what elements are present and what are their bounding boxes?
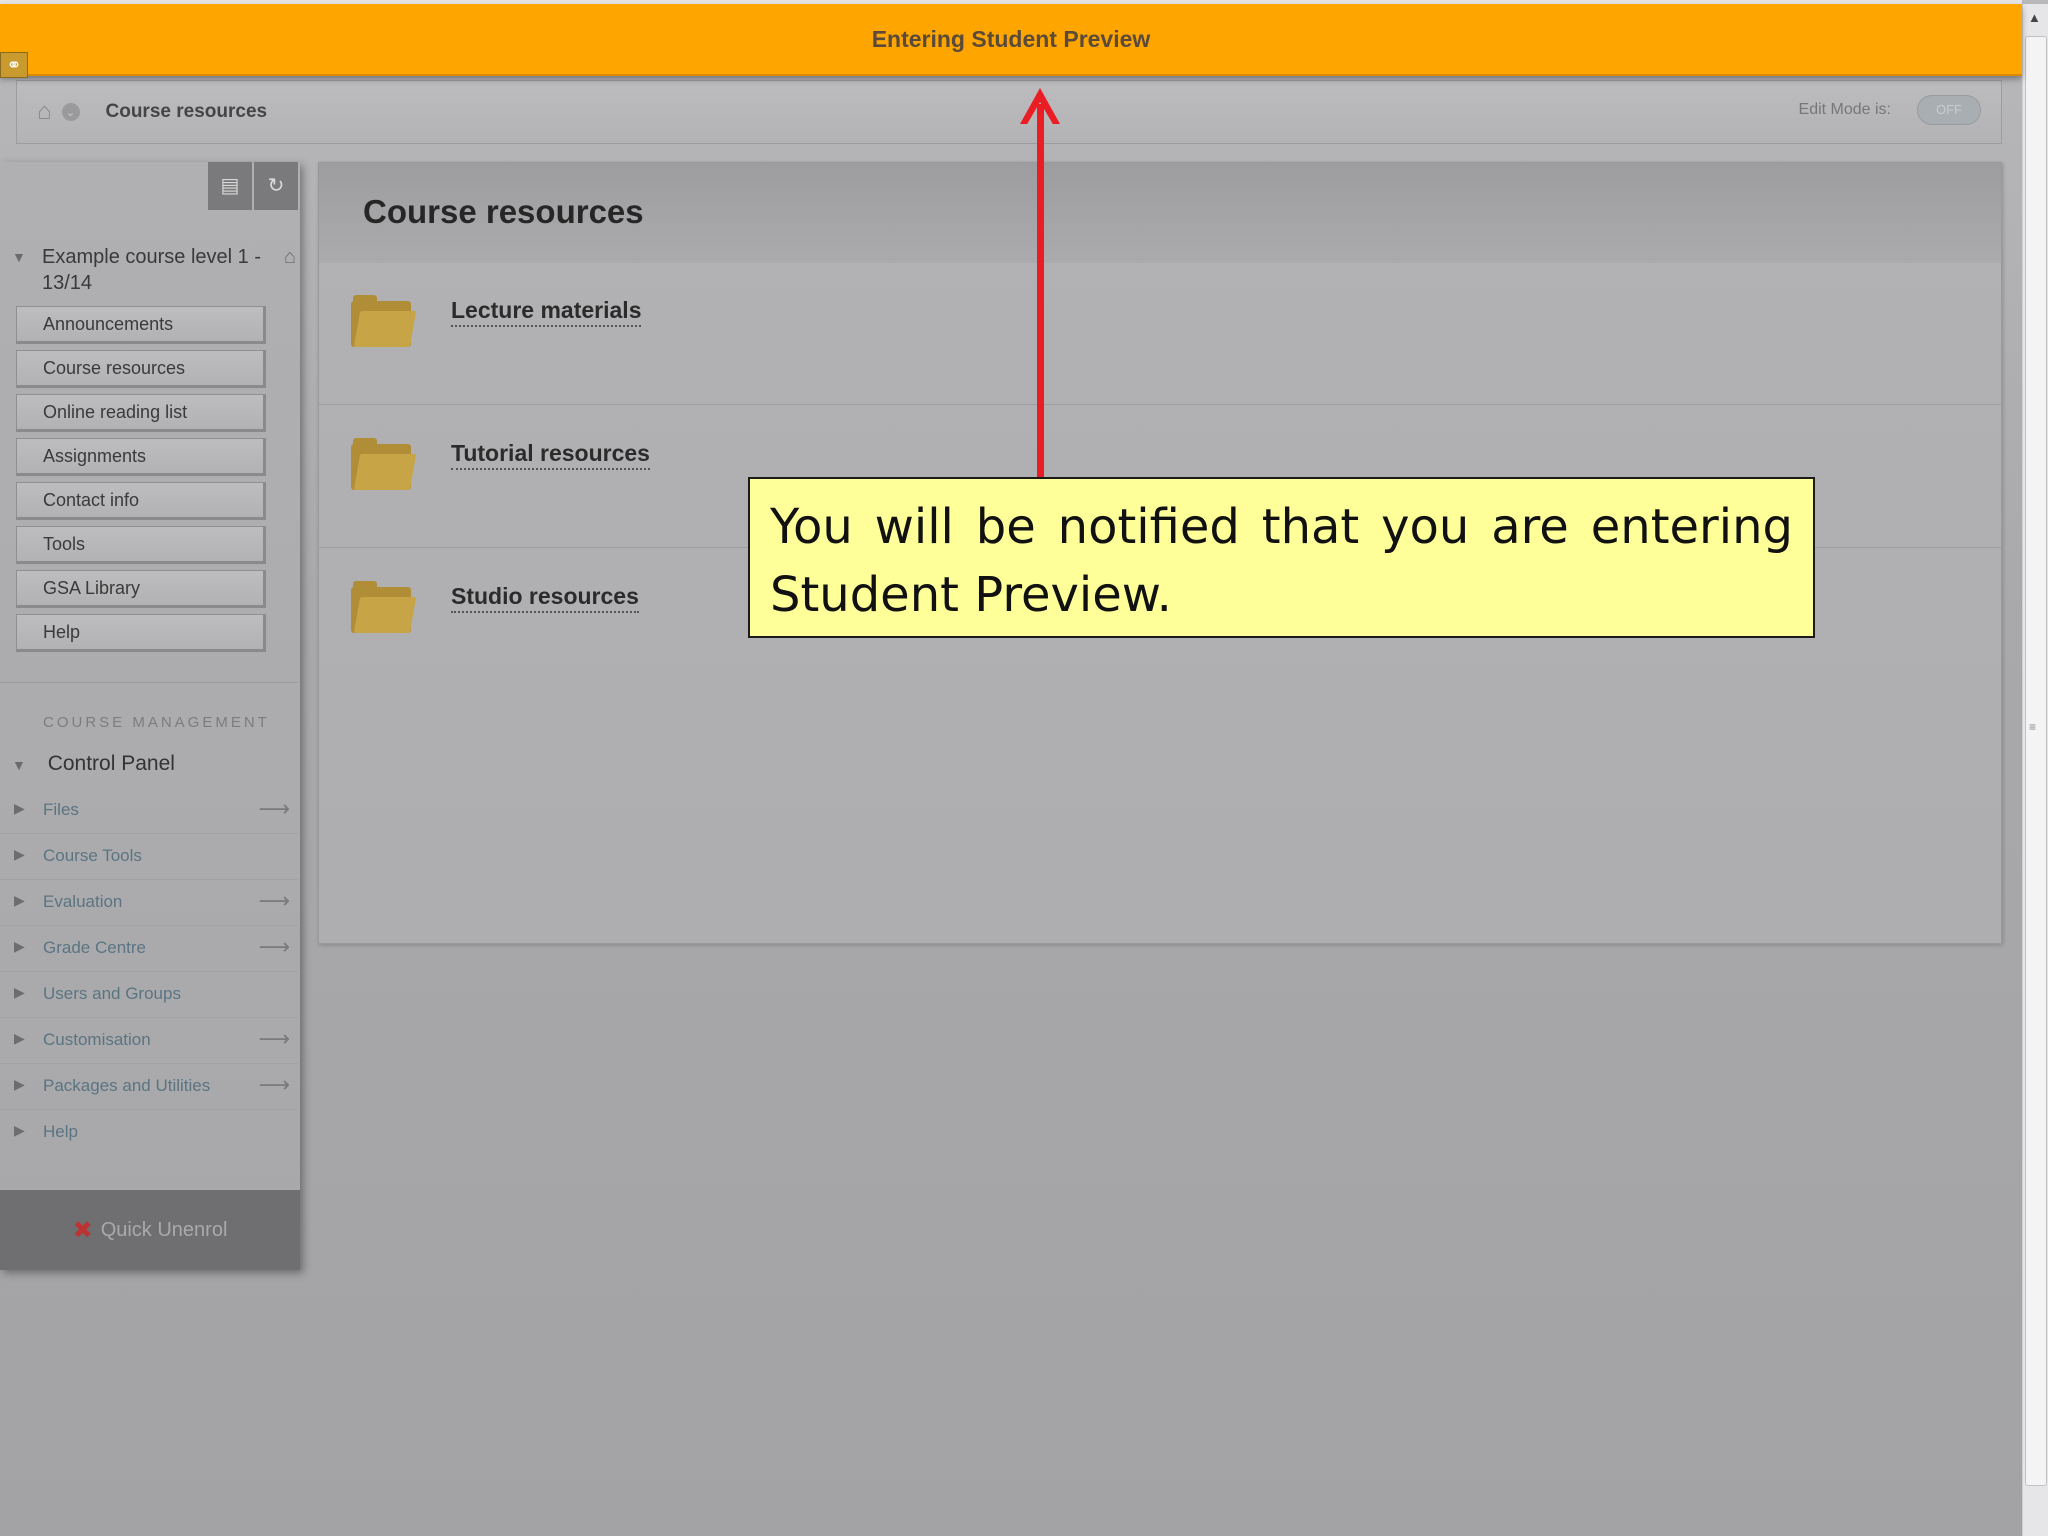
expand-arrow-icon: ▶ xyxy=(14,1030,25,1046)
collapse-triangle-icon[interactable]: ▼ xyxy=(12,244,26,270)
cp-item-label: Customisation xyxy=(43,1030,151,1049)
cp-item-users-and-groups[interactable]: ▶ Users and Groups xyxy=(0,972,298,1018)
cp-item-label: Users and Groups xyxy=(43,984,181,1003)
quick-unenrol-button[interactable]: ✖ Quick Unenrol xyxy=(0,1190,300,1270)
annotation-callout: You will be notified that you are enteri… xyxy=(748,477,1815,638)
cp-item-label: Packages and Utilities xyxy=(43,1076,211,1095)
expand-arrow-icon: ▶ xyxy=(14,846,25,862)
item-link[interactable]: Studio resources xyxy=(451,583,639,613)
go-arrow-icon[interactable]: ⟶ xyxy=(258,1072,290,1098)
vertical-scrollbar[interactable]: ▲ ≡ xyxy=(2022,4,2048,1536)
go-arrow-icon[interactable]: ⟶ xyxy=(258,888,290,914)
close-icon: ✖ xyxy=(72,1216,93,1244)
annotation-arrow xyxy=(1037,104,1044,477)
edit-mode-label: Edit Mode is: xyxy=(1798,101,1891,118)
menu-display-icon[interactable]: ▤ xyxy=(208,162,252,210)
course-menu: ▤ ↻ ▼ Example course level 1 - 13/14 ⌂ A… xyxy=(0,162,300,1270)
folder-icon xyxy=(351,438,417,490)
expand-arrow-icon: ▶ xyxy=(14,892,25,908)
expand-arrow-icon: ▶ xyxy=(14,984,25,1000)
item-link[interactable]: Lecture materials xyxy=(451,297,642,327)
course-management-heading: COURSE MANAGEMENT xyxy=(43,714,270,731)
cp-item-packages-and-utilities[interactable]: ▶ Packages and Utilities ⟶ xyxy=(0,1064,298,1110)
menu-item-assignments[interactable]: Assignments xyxy=(16,438,266,476)
menu-toolbar: ▤ ↻ xyxy=(208,162,298,210)
control-panel-label: Control Panel xyxy=(47,752,175,775)
cp-item-label: Files xyxy=(43,800,79,819)
link-icon[interactable]: ⚭ xyxy=(0,52,28,78)
go-arrow-icon[interactable]: ⟶ xyxy=(258,1026,290,1052)
folder-icon xyxy=(351,581,417,633)
scroll-thumb[interactable] xyxy=(2025,36,2047,1486)
item-link[interactable]: Tutorial resources xyxy=(451,440,650,470)
cp-item-help[interactable]: ▶ Help xyxy=(0,1110,298,1156)
refresh-icon[interactable]: ↻ xyxy=(254,162,298,210)
menu-item-course-resources[interactable]: Course resources xyxy=(16,350,266,388)
expand-arrow-icon: ▶ xyxy=(14,1122,25,1138)
edit-mode-toggle[interactable]: OFF xyxy=(1917,95,1981,125)
expand-arrow-icon: ▶ xyxy=(14,1076,25,1092)
student-preview-banner: Entering Student Preview xyxy=(0,4,2022,76)
banner-title: Entering Student Preview xyxy=(871,25,1151,52)
expand-arrow-icon: ▶ xyxy=(14,938,25,954)
page-title: Course resources xyxy=(363,193,644,230)
cp-item-label: Evaluation xyxy=(43,892,123,911)
cp-item-files[interactable]: ▶ Files ⟶ xyxy=(0,788,298,834)
course-home-icon[interactable]: ⌂ xyxy=(284,244,296,270)
chevron-down-icon[interactable]: ⌄ xyxy=(61,103,80,121)
scroll-up-icon[interactable]: ▲ xyxy=(2028,10,2041,25)
course-title[interactable]: ▼ Example course level 1 - 13/14 ⌂ xyxy=(12,244,298,296)
menu-item-help[interactable]: Help xyxy=(16,614,266,652)
cp-item-customisation[interactable]: ▶ Customisation ⟶ xyxy=(0,1018,298,1064)
menu-item-announcements[interactable]: Announcements xyxy=(16,306,266,344)
content-item-lecture-materials: Lecture materials xyxy=(319,263,2001,405)
menu-item-online-reading-list[interactable]: Online reading list xyxy=(16,394,266,432)
screen: Entering Student Preview ⚭ ⌂ ⌄ Course re… xyxy=(0,0,2048,1536)
cp-item-grade-centre[interactable]: ▶ Grade Centre ⟶ xyxy=(0,926,298,972)
go-arrow-icon[interactable]: ⟶ xyxy=(258,934,290,960)
home-icon[interactable]: ⌂ xyxy=(37,98,52,126)
expand-arrow-icon: ▶ xyxy=(14,800,25,816)
menu-item-contact-info[interactable]: Contact info xyxy=(16,482,266,520)
menu-item-tools[interactable]: Tools xyxy=(16,526,266,564)
cp-item-label: Course Tools xyxy=(43,846,142,865)
collapse-triangle-icon: ▼ xyxy=(12,757,26,773)
quick-unenrol-label: Quick Unenrol xyxy=(100,1218,228,1241)
cp-item-evaluation[interactable]: ▶ Evaluation ⟶ xyxy=(0,880,298,926)
breadcrumb: ⌂ ⌄ Course resources Edit Mode is: OFF xyxy=(16,80,2002,144)
scroll-grip-icon: ≡ xyxy=(2029,720,2037,734)
cp-item-label: Help xyxy=(43,1122,78,1141)
menu-divider xyxy=(0,682,298,683)
breadcrumb-current: Course resources xyxy=(105,101,268,122)
folder-icon xyxy=(351,295,417,347)
menu-item-gsa-library[interactable]: GSA Library xyxy=(16,570,266,608)
cp-item-label: Grade Centre xyxy=(43,938,146,957)
go-arrow-icon[interactable]: ⟶ xyxy=(258,796,290,822)
control-panel-header[interactable]: ▼ Control Panel xyxy=(12,752,175,776)
cp-item-course-tools[interactable]: ▶ Course Tools xyxy=(0,834,298,880)
course-title-text: Example course level 1 - 13/14 xyxy=(42,246,261,294)
